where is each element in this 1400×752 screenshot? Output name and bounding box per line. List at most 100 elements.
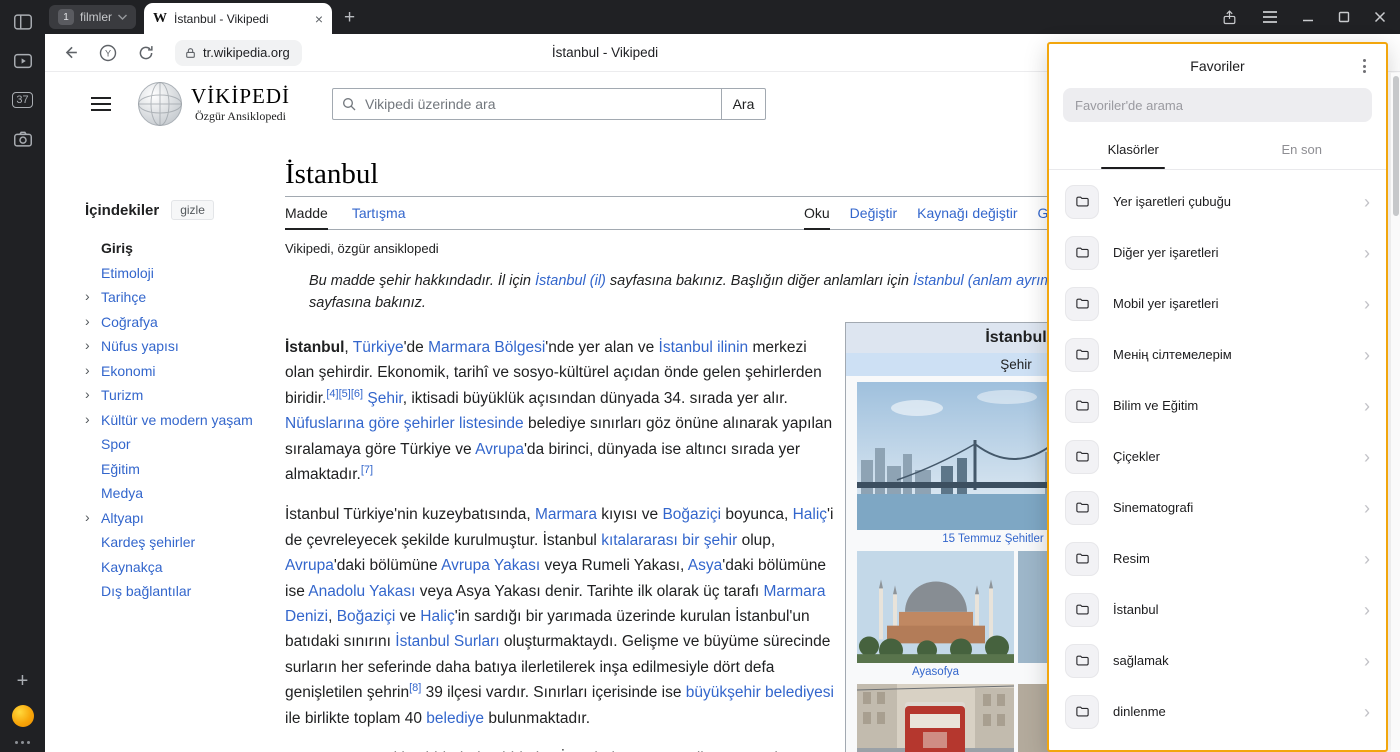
folder-list-item[interactable]: sağlamak › [1049, 635, 1386, 686]
chevron-right-icon[interactable]: › [1364, 397, 1370, 415]
downloads-counter-badge[interactable]: 37 [11, 88, 35, 112]
expand-arrow-icon[interactable]: › [85, 361, 90, 380]
ayasofya-photo[interactable] [857, 551, 1014, 663]
chevron-right-icon[interactable]: › [1364, 448, 1370, 466]
yandex-logo-icon[interactable] [12, 705, 34, 727]
folder-list-item[interactable]: Yer işaretleri çubuğu › [1049, 176, 1386, 227]
favorites-tabs: Klasörler En son [1049, 132, 1386, 170]
search-icon [341, 96, 357, 117]
favorites-tab[interactable]: En son [1218, 132, 1387, 169]
favorites-search-input[interactable] [1063, 88, 1372, 122]
address-bar[interactable]: tr.wikipedia.org [175, 40, 302, 66]
toc-item[interactable]: › Ekonomi [85, 359, 285, 384]
toc-hide-button[interactable]: gizle [171, 200, 214, 220]
screenshot-camera-icon[interactable] [11, 127, 35, 151]
toc-item[interactable]: › Coğrafya [85, 310, 285, 335]
sidebar-toggle-icon[interactable] [11, 10, 35, 34]
toc-item[interactable]: › Kaynakça [85, 555, 285, 580]
article-action-tab[interactable]: Değiştir [850, 205, 897, 230]
chevron-right-icon[interactable]: › [1364, 295, 1370, 313]
share-panel-icon[interactable] [1221, 9, 1238, 26]
tab-istanbul-vikipedi[interactable]: W İstanbul - Vikipedi × [144, 3, 332, 34]
maximize-icon[interactable] [1338, 11, 1350, 23]
toc-item[interactable]: › Eğitim [85, 457, 285, 482]
toc-item[interactable]: › Dış bağlantılar [85, 579, 285, 604]
folder-icon [1065, 440, 1099, 474]
article-action-tab[interactable]: Oku [804, 205, 830, 230]
wikipedia-wordmark[interactable]: VİKİPEDİ Özgür Ansiklopedi [191, 85, 290, 123]
toc-item[interactable]: › Spor [85, 432, 285, 457]
tram-street-photo[interactable] [857, 684, 1014, 752]
folder-list-item[interactable]: Менің сілтемелерім › [1049, 329, 1386, 380]
toc-item[interactable]: › Nüfus yapısı [85, 334, 285, 359]
toc-item[interactable]: › Giriş [85, 236, 285, 261]
chevron-right-icon[interactable]: › [1364, 652, 1370, 670]
browser-side-strip: 37 + [0, 0, 45, 752]
add-panel-icon[interactable]: + [17, 671, 29, 691]
new-tab-button[interactable]: + [344, 8, 355, 27]
folder-list-item[interactable]: Sinematografi › [1049, 482, 1386, 533]
favorites-tab[interactable]: Klasörler [1049, 132, 1218, 169]
more-options-icon[interactable] [15, 741, 30, 744]
expand-arrow-icon[interactable]: › [85, 410, 90, 429]
back-icon[interactable] [59, 42, 81, 64]
toc-item[interactable]: › Medya [85, 481, 285, 506]
folder-icon [1065, 338, 1099, 372]
yandex-services-icon[interactable]: Y [97, 42, 119, 64]
tab-close-icon[interactable]: × [315, 12, 323, 26]
expand-arrow-icon[interactable]: › [85, 385, 90, 404]
tab-group-filmler[interactable]: 1 filmler [49, 5, 136, 29]
expand-arrow-icon[interactable]: › [85, 508, 90, 527]
toc-item[interactable]: › Kültür ve modern yaşam [85, 408, 285, 433]
toc-item[interactable]: › Etimoloji [85, 261, 285, 286]
chevron-down-icon [118, 14, 127, 20]
article-title: İstanbul [285, 158, 1085, 197]
toc-title: İçindekiler [85, 202, 159, 219]
close-window-icon[interactable] [1374, 11, 1386, 23]
photo-caption-ayasofya[interactable]: Ayasofya [857, 663, 1014, 681]
chevron-right-icon[interactable]: › [1364, 550, 1370, 568]
wiki-search-button[interactable]: Ara [722, 88, 766, 120]
tab-bar: 1 filmler W İstanbul - Vikipedi × + [45, 0, 1400, 34]
expand-arrow-icon[interactable]: › [85, 336, 90, 355]
article-tab[interactable]: Tartışma [352, 205, 406, 230]
folder-list-item[interactable]: dinlenme › [1049, 686, 1386, 737]
chevron-right-icon[interactable]: › [1364, 346, 1370, 364]
chevron-right-icon[interactable]: › [1364, 601, 1370, 619]
toc-item[interactable]: › Kardeş şehirler [85, 530, 285, 555]
wikipedia-globe-logo[interactable] [137, 81, 183, 127]
toc-item[interactable]: › Turizm [85, 383, 285, 408]
folder-list-item[interactable]: Mobil yer işaretleri › [1049, 278, 1386, 329]
wiki-search-input[interactable] [332, 88, 722, 120]
article: İstanbul Madde Tartışma Oku [285, 142, 1085, 752]
video-icon[interactable] [11, 49, 35, 73]
chevron-right-icon[interactable]: › [1364, 703, 1370, 721]
expand-arrow-icon[interactable]: › [85, 287, 90, 306]
folder-icon [1065, 644, 1099, 678]
scrollbar-thumb[interactable] [1393, 76, 1399, 216]
article-action-tab[interactable]: Kaynağı değiştir [917, 205, 1017, 230]
page-scrollbar[interactable] [1391, 73, 1400, 752]
minimize-icon[interactable] [1302, 11, 1314, 23]
folder-list-item[interactable]: Diğer yer işaretleri › [1049, 227, 1386, 278]
table-of-contents: İçindekiler gizle › Giriş › [85, 142, 285, 752]
browser-main-column: 1 filmler W İstanbul - Vikipedi × + [45, 0, 1400, 752]
toc-item[interactable]: › Tarihçe [85, 285, 285, 310]
kebab-menu-icon[interactable] [1359, 55, 1370, 77]
hamburger-menu-icon[interactable] [91, 96, 111, 112]
folder-list-item[interactable]: Resim › [1049, 533, 1386, 584]
site-subtitle: Vikipedi, özgür ansiklopedi [285, 241, 1085, 256]
folder-list-item[interactable]: İstanbul › [1049, 584, 1386, 635]
folder-list-item[interactable]: Bilim ve Eğitim › [1049, 380, 1386, 431]
toc-item[interactable]: › Altyapı [85, 506, 285, 531]
chevron-right-icon[interactable]: › [1364, 244, 1370, 262]
folder-list-item[interactable]: Çiçekler › [1049, 431, 1386, 482]
chevron-right-icon[interactable]: › [1364, 193, 1370, 211]
folder-icon [1065, 491, 1099, 525]
menu-icon[interactable] [1262, 10, 1278, 24]
expand-arrow-icon[interactable]: › [85, 312, 90, 331]
article-tab[interactable]: Madde [285, 205, 328, 230]
refresh-icon[interactable] [135, 42, 157, 64]
chevron-right-icon[interactable]: › [1364, 499, 1370, 517]
folder-icon [1065, 389, 1099, 423]
